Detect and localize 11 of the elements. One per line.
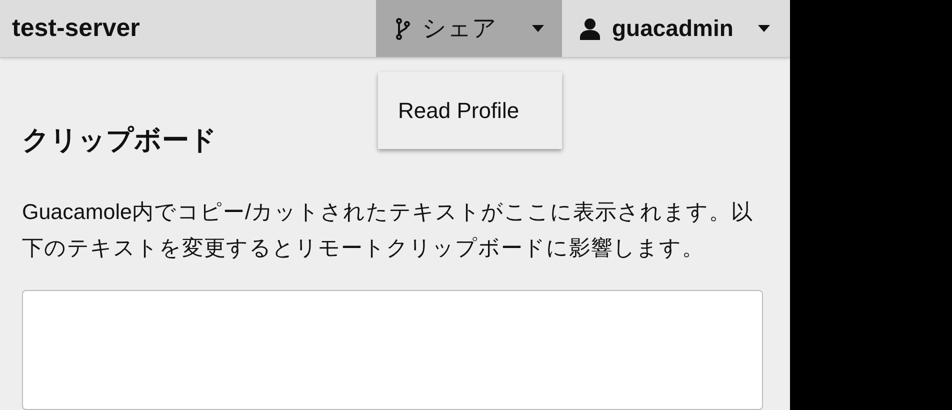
clipboard-text-field[interactable]	[22, 290, 763, 410]
caret-icon	[758, 25, 770, 32]
branch-icon	[396, 18, 410, 40]
clipboard-heading: クリップボード	[22, 124, 218, 157]
user-menu-button[interactable]: guacadmin	[562, 0, 790, 57]
share-menu-button[interactable]: シェア	[376, 0, 562, 57]
user-icon	[580, 18, 600, 40]
caret-icon	[532, 25, 544, 32]
server-title: test-server	[11, 12, 141, 44]
clipboard-description: Guacamole内でコピー/カットされたテキストがここに表示されます。以下のテキストを変更するとリモートクリップボードに影響します。	[22, 199, 754, 262]
dropdown-item[interactable]: Read Profile	[378, 92, 562, 129]
